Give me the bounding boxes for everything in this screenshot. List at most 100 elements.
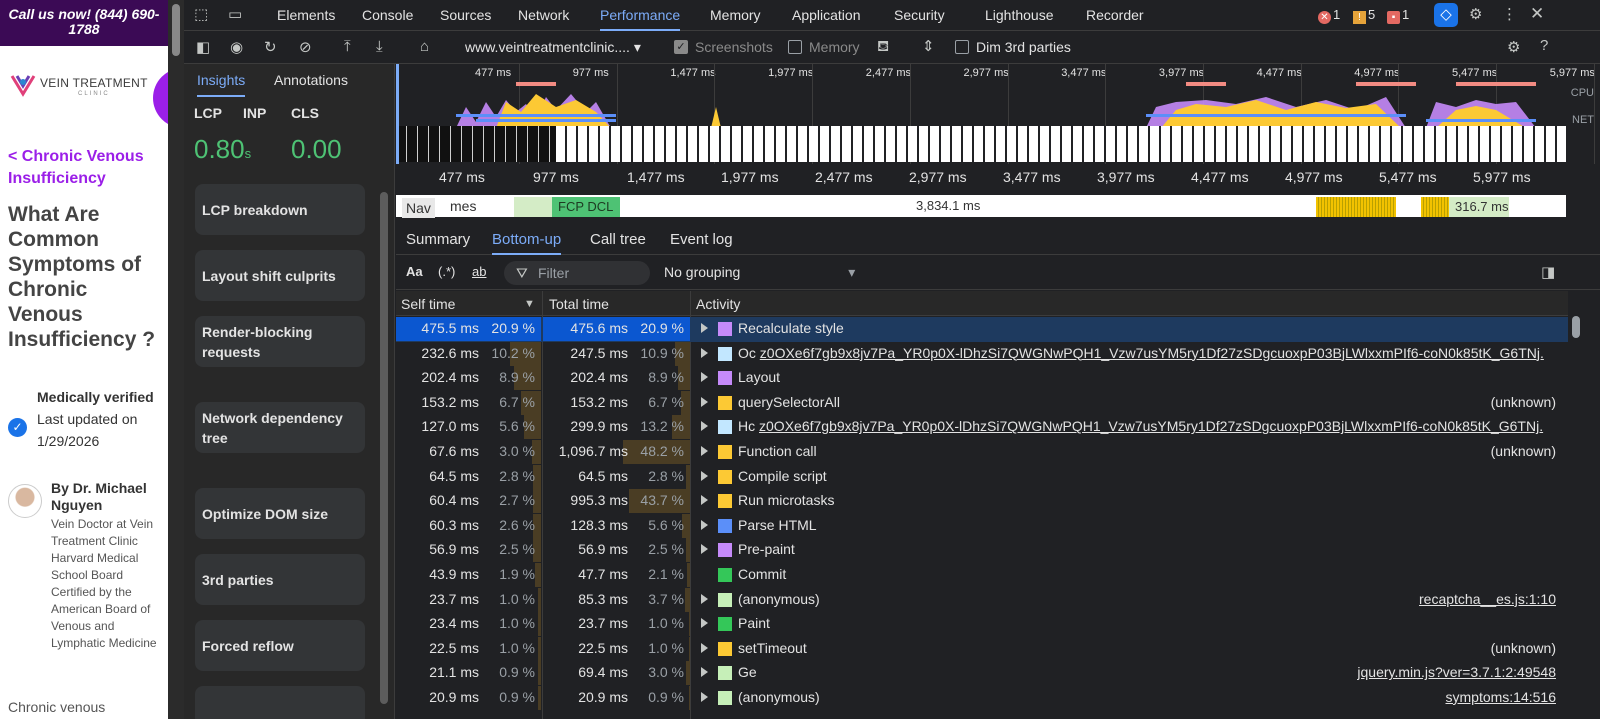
breadcrumb-back-link[interactable]: < Chronic Venous Insufficiency — [8, 146, 166, 190]
expand-arrow-icon[interactable] — [701, 495, 708, 506]
header-self-time[interactable]: Self time — [401, 296, 455, 312]
table-row[interactable]: 475.5 ms 20.9 % 475.6 ms 20.9 % Recalculate … — [396, 317, 1568, 342]
expand-arrow-icon[interactable] — [701, 618, 708, 629]
collapse-tracks-icon[interactable]: ⇕ — [922, 37, 935, 55]
capture-settings-icon[interactable]: ⚙ — [1507, 38, 1520, 56]
table-row[interactable]: 60.3 ms 2.6 % 128.3 ms 5.6 % Parse HTML — [396, 513, 1568, 539]
tab-recorder[interactable]: Recorder — [1086, 0, 1144, 31]
fcp-dcl-markers[interactable]: FCP DCL — [552, 197, 620, 217]
reload-record-icon[interactable]: ↻ — [264, 38, 277, 56]
insight-layout-shift-culprits[interactable]: Layout shift culprits — [195, 250, 365, 301]
recording-url-select[interactable]: www.veintreatmentclinic.... ▾ — [465, 39, 641, 56]
garbage-collect-icon[interactable]: ⛾ — [877, 38, 889, 57]
ai-assistant-icon[interactable]: ◇ — [1434, 3, 1458, 27]
memory-checkbox[interactable] — [788, 40, 802, 54]
tab-performance[interactable]: Performance — [600, 0, 681, 31]
activity-location[interactable]: recaptcha__es.js:1:10 — [1419, 591, 1556, 607]
tab-elements[interactable]: Elements — [277, 0, 335, 31]
expand-arrow-icon[interactable] — [701, 667, 708, 678]
expand-arrow-icon[interactable] — [701, 396, 708, 407]
table-scrollbar[interactable] — [1568, 316, 1584, 719]
insight-lcp-breakdown[interactable]: LCP breakdown — [195, 184, 365, 235]
tab-application[interactable]: Application — [792, 0, 861, 31]
tab-console[interactable]: Console — [362, 0, 413, 31]
table-row[interactable]: 21.1 ms 0.9 % 69.4 ms 3.0 % Ge jquery.min.js?… — [396, 661, 1568, 686]
dim-3rd-parties-checkbox[interactable] — [955, 40, 969, 54]
device-toolbar-icon[interactable]: ▭ — [228, 5, 242, 23]
insights-scrollbar-thumb[interactable] — [380, 192, 388, 704]
insight-network-dependency-tree[interactable]: Network dependency tree — [195, 402, 365, 453]
expand-arrow-icon[interactable] — [701, 691, 708, 702]
expand-arrow-icon[interactable] — [701, 519, 708, 530]
activity-location[interactable]: jquery.min.js?ver=3.7.1:2:49548 — [1357, 664, 1556, 680]
table-row[interactable]: 23.4 ms 1.0 % 23.7 ms 1.0 % Paint — [396, 612, 1568, 637]
website-scrollbar-thumb[interactable] — [172, 4, 180, 56]
home-icon[interactable]: ⌂ — [420, 38, 429, 55]
expand-arrow-icon[interactable] — [701, 470, 708, 481]
record-icon[interactable]: ◉ — [230, 38, 243, 56]
help-icon[interactable]: ? — [1540, 37, 1548, 54]
long-frame-duration[interactable]: 3,834.1 ms — [916, 198, 980, 213]
expand-arrow-icon[interactable] — [701, 347, 708, 358]
insight-forced-reflow[interactable]: Forced reflow — [195, 620, 365, 671]
sort-desc-icon[interactable]: ▼ — [524, 298, 535, 310]
selection-handle[interactable] — [396, 64, 399, 164]
insight-3rd-parties[interactable]: 3rd parties — [195, 554, 365, 605]
filter-input[interactable]: ⛛ Filter — [504, 261, 650, 285]
issue-counter[interactable]: ▪ 1 — [1387, 7, 1409, 24]
activity-location[interactable]: symptoms:14:516 — [1446, 689, 1557, 705]
match-case-toggle[interactable]: Aa — [406, 264, 423, 279]
regex-toggle[interactable]: (.*) — [438, 264, 455, 279]
inspect-element-icon[interactable]: ⬚ — [194, 5, 208, 23]
table-row[interactable]: 56.9 ms 2.5 % 56.9 ms 2.5 % Pre-paint — [396, 538, 1568, 563]
settings-gear-icon[interactable]: ⚙ — [1469, 5, 1482, 23]
call-bar[interactable]: Call us now! (844) 690-1788 — [0, 0, 168, 46]
expand-arrow-icon[interactable] — [701, 544, 708, 555]
author-name[interactable]: By Dr. Michael Nguyen — [51, 480, 165, 514]
tab-network[interactable]: Network — [518, 0, 569, 31]
table-row[interactable]: 23.7 ms 1.0 % 85.3 ms 3.7 % (anonymous) recap… — [396, 587, 1568, 613]
clear-icon[interactable]: ⊘ — [299, 38, 312, 56]
upload-profile-icon[interactable]: ⤒ — [344, 38, 351, 55]
expand-arrow-icon[interactable] — [701, 445, 708, 456]
table-row[interactable]: 202.4 ms 8.9 % 202.4 ms 8.9 % Layout — [396, 366, 1568, 391]
table-row[interactable]: 67.6 ms 3.0 % 1,096.7 ms 48.2 % Function cal… — [396, 439, 1568, 465]
tab-event-log[interactable]: Event log — [670, 224, 733, 255]
table-row[interactable]: 22.5 ms 1.0 % 22.5 ms 1.0 % setTimeout (unkno… — [396, 636, 1568, 662]
download-profile-icon[interactable]: ⤓ — [376, 38, 383, 55]
table-row[interactable]: 232.6 ms 10.2 % 247.5 ms 10.9 % Oc z0OXe6f7g… — [396, 341, 1568, 367]
error-counter[interactable]: ✕ 1 — [1318, 7, 1340, 24]
screenshots-checkbox[interactable]: ✓ — [674, 40, 688, 54]
tab-summary[interactable]: Summary — [406, 224, 470, 255]
expand-arrow-icon[interactable] — [701, 421, 708, 432]
tab-bottom-up[interactable]: Bottom-up — [492, 224, 562, 255]
tab-annotations[interactable]: Annotations — [274, 64, 348, 97]
close-devtools-icon[interactable]: ✕ — [1530, 4, 1544, 24]
activity-source-link[interactable]: z0OXe6f7gb9x8jv7Pa_YR0p0X-lDhzSi7QWGNwPQ… — [759, 418, 1543, 434]
toggle-sidebar-icon[interactable]: ◧ — [196, 38, 210, 56]
tab-insights[interactable]: Insights — [197, 64, 246, 97]
table-row[interactable]: 64.5 ms 2.8 % 64.5 ms 2.8 % Compile script — [396, 464, 1568, 490]
timeline-overview[interactable]: 477 ms 977 ms 1,477 ms 1,977 ms 2,477 ms 2,97… — [396, 64, 1600, 224]
table-row[interactable]: 153.2 ms 6.7 % 153.2 ms 6.7 % querySelectorA… — [396, 390, 1568, 416]
header-activity[interactable]: Activity — [696, 296, 740, 312]
expand-arrow-icon[interactable] — [701, 372, 708, 383]
table-scrollbar-thumb[interactable] — [1572, 316, 1580, 338]
toggle-sidebar-right-icon[interactable]: ◨ — [1541, 263, 1555, 281]
frames-track[interactable]: FCP DCL 3,834.1 ms 316.7 ms Nav mes — [396, 195, 1566, 218]
last-frame-duration[interactable]: 316.7 ms — [1449, 197, 1509, 217]
screenshots-strip[interactable] — [396, 126, 1566, 162]
more-options-icon[interactable]: ⋮ — [1502, 5, 1517, 23]
tab-security[interactable]: Security — [894, 0, 945, 31]
activity-source-link[interactable]: z0OXe6f7gb9x8jv7Pa_YR0p0X-lDhzSi7QWGNwPQ… — [760, 345, 1544, 361]
header-total-time[interactable]: Total time — [549, 296, 609, 312]
insights-scrollbar[interactable] — [377, 184, 391, 719]
tab-memory[interactable]: Memory — [710, 0, 761, 31]
insight-render-blocking-requests[interactable]: Render-blocking requests — [195, 316, 365, 367]
expand-arrow-icon[interactable] — [701, 323, 708, 333]
table-row[interactable]: 127.0 ms 5.6 % 299.9 ms 13.2 % Hc z0OXe6f7gb… — [396, 415, 1568, 440]
expand-arrow-icon[interactable] — [701, 593, 708, 604]
website-scrollbar[interactable] — [168, 0, 184, 719]
menu-button[interactable] — [153, 68, 168, 128]
grouping-select[interactable]: No grouping ▾ — [664, 264, 855, 281]
